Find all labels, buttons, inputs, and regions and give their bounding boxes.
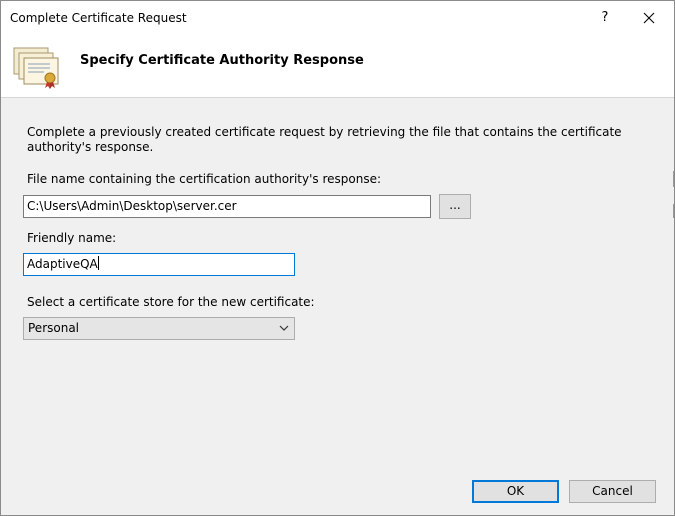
certificate-store-value: Personal	[28, 321, 80, 335]
file-name-value: C:\Users\Admin\Desktop\server.cer	[27, 199, 237, 213]
browse-button[interactable]: ...	[439, 194, 471, 219]
title-bar: Complete Certificate Request ?	[1, 1, 674, 35]
certificate-store-select[interactable]: Personal	[23, 317, 295, 340]
chevron-down-icon	[279, 325, 289, 331]
certificate-icon	[13, 47, 59, 89]
cancel-button[interactable]: Cancel	[569, 480, 656, 503]
description-text: Complete a previously created certificat…	[27, 125, 622, 154]
ok-button[interactable]: OK	[472, 480, 559, 503]
close-button[interactable]	[634, 5, 664, 31]
file-name-label: File name containing the certification a…	[27, 172, 382, 186]
file-name-input[interactable]: C:\Users\Admin\Desktop\server.cer	[23, 195, 431, 218]
certificate-store-label: Select a certificate store for the new c…	[27, 295, 315, 309]
friendly-name-label: Friendly name:	[27, 231, 117, 245]
close-icon	[643, 12, 655, 24]
friendly-name-input[interactable]: AdaptiveQA	[23, 253, 295, 276]
wizard-header: Specify Certificate Authority Response	[1, 35, 674, 98]
text-caret	[97, 256, 99, 270]
help-button[interactable]: ?	[590, 5, 620, 31]
page-title: Specify Certificate Authority Response	[80, 53, 364, 68]
complete-certificate-request-dialog: Complete Certificate Request ? Specify C…	[0, 0, 675, 516]
friendly-name-value: AdaptiveQA	[27, 257, 98, 271]
window-title: Complete Certificate Request	[10, 11, 187, 25]
